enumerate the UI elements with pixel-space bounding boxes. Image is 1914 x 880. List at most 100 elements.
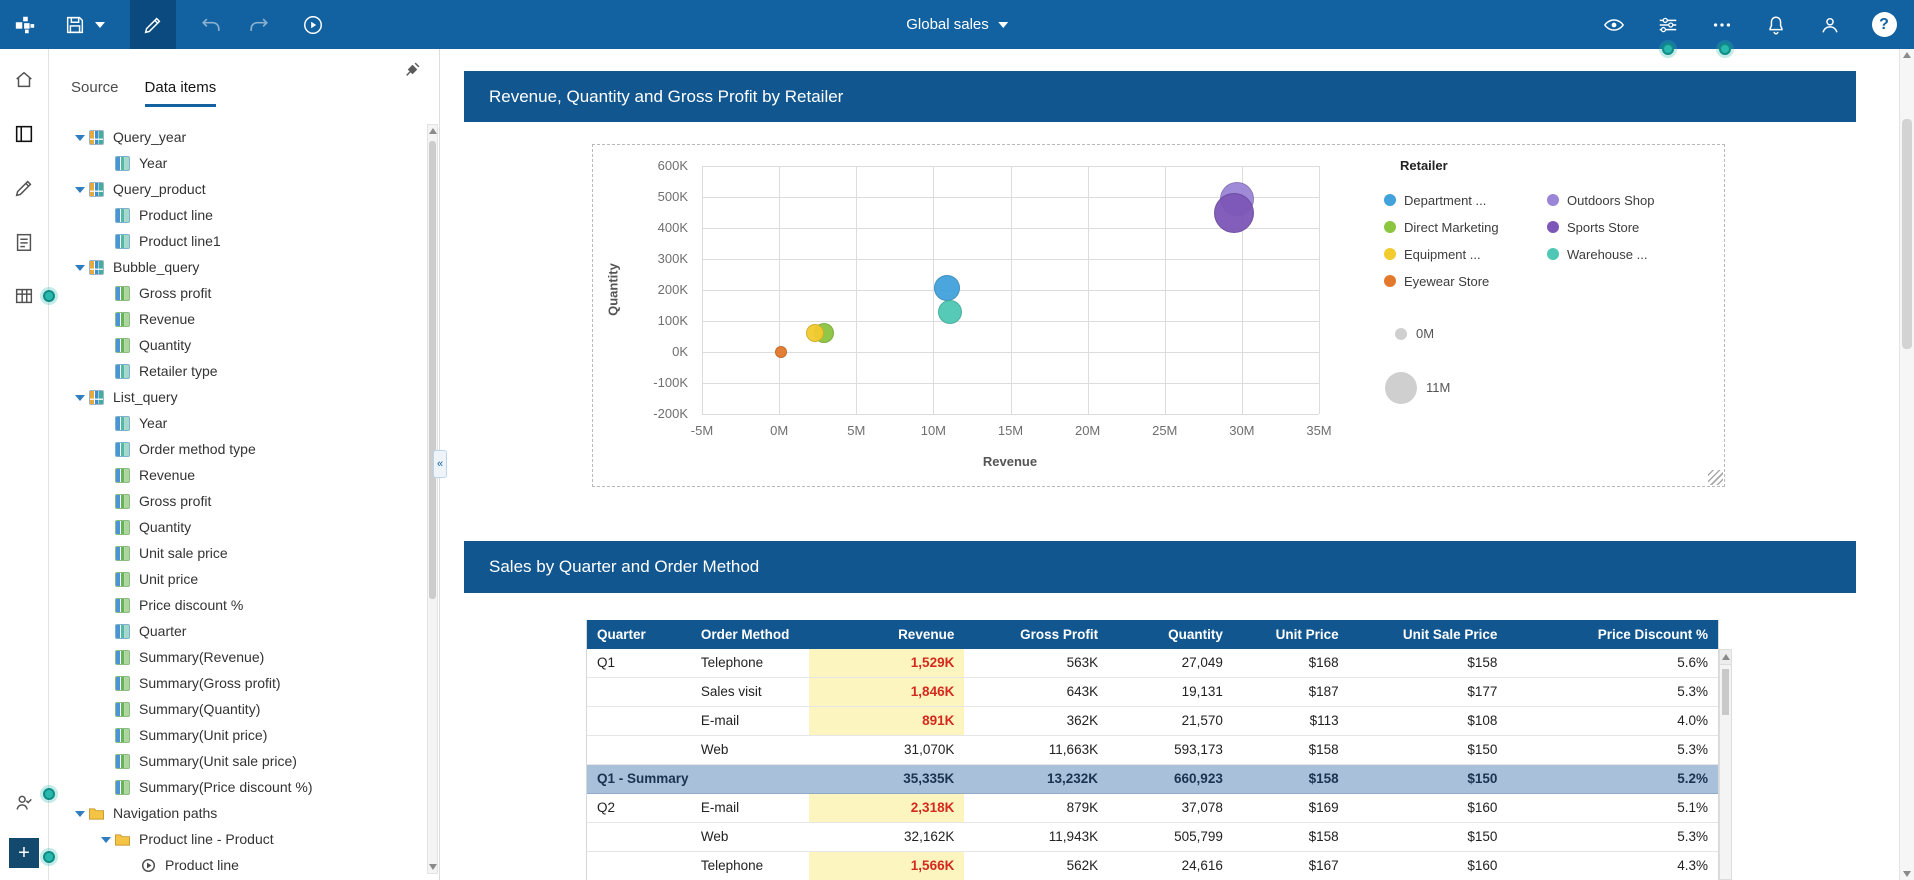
- scrollbar-thumb[interactable]: [1902, 119, 1912, 349]
- legend-item-equipment[interactable]: Equipment ...: [1384, 246, 1481, 262]
- column-header-revenue[interactable]: Revenue: [809, 620, 965, 649]
- table-row[interactable]: Web 32,162K 11,943K 505,799 $158 $150 5.3%: [587, 823, 1718, 852]
- tree-item-query-year[interactable]: Query_year: [49, 124, 425, 150]
- tree-item-summary-price-discount[interactable]: Summary(Price discount %): [49, 774, 425, 800]
- table-row[interactable]: Q2 E-mail 2,318K 879K 37,078 $169 $160 5.1%: [587, 794, 1718, 823]
- chart-body[interactable]: Quantity Revenue Retailer Department ...…: [464, 122, 1856, 498]
- column-header-unit-price[interactable]: Unit Price: [1233, 620, 1349, 649]
- tree-item-quarter[interactable]: Quarter: [49, 618, 425, 644]
- tree-item-summary-quantity[interactable]: Summary(Quantity): [49, 696, 425, 722]
- tree-item-unit-price[interactable]: Unit price: [49, 566, 425, 592]
- tree-item-retailer-type[interactable]: Retailer type: [49, 358, 425, 384]
- tree-item-order-method-type[interactable]: Order method type: [49, 436, 425, 462]
- tab-data-items[interactable]: Data items: [144, 79, 217, 107]
- undo-button[interactable]: [194, 8, 228, 42]
- preview-button[interactable]: [1597, 8, 1631, 42]
- legend-item-eyewear-store[interactable]: Eyewear Store: [1384, 273, 1489, 289]
- legend-item-direct-marketing[interactable]: Direct Marketing: [1384, 219, 1499, 235]
- notifications-button[interactable]: [1759, 8, 1793, 42]
- column-header-gross-profit[interactable]: Gross Profit: [964, 620, 1108, 649]
- table-scrollbar[interactable]: [1719, 649, 1732, 880]
- scroll-up-arrow[interactable]: [428, 128, 437, 134]
- scroll-up-box[interactable]: [1720, 650, 1731, 665]
- legend-item-department[interactable]: Department ...: [1384, 192, 1486, 208]
- tree-item-quantity[interactable]: Quantity: [49, 514, 425, 540]
- tree-item-revenue[interactable]: Revenue: [49, 306, 425, 332]
- tree-item-summary-unit-price[interactable]: Summary(Unit price): [49, 722, 425, 748]
- tree-item-summary-unit-sale-price[interactable]: Summary(Unit sale price): [49, 748, 425, 774]
- panel-collapse-handle[interactable]: «: [433, 450, 447, 478]
- save-menu-caret[interactable]: [92, 8, 108, 42]
- tree-item-gross-profit[interactable]: Gross profit: [49, 280, 425, 306]
- tree-item-quantity[interactable]: Quantity: [49, 332, 425, 358]
- tree-item-price-discount[interactable]: Price discount %: [49, 592, 425, 618]
- column-header-order-method[interactable]: Order Method: [691, 620, 809, 649]
- more-button[interactable]: [1705, 8, 1739, 42]
- legend-item-warehouse[interactable]: Warehouse ...: [1547, 246, 1647, 262]
- table-row[interactable]: E-mail 891K 362K 21,570 $113 $108 4.0%: [587, 707, 1718, 736]
- collapse-arrow-icon[interactable]: [71, 809, 89, 817]
- column-header-quarter[interactable]: Quarter: [587, 620, 691, 649]
- collapse-arrow-icon[interactable]: [71, 393, 89, 401]
- resize-handle[interactable]: [1708, 470, 1723, 485]
- collapse-arrow-icon[interactable]: [97, 835, 115, 843]
- nav-pages-button[interactable]: [9, 119, 39, 149]
- tree-item-unit-sale-price[interactable]: Unit sale price: [49, 540, 425, 566]
- table-row[interactable]: Sales visit 1,846K 643K 19,131 $187 $177 5.3%: [587, 678, 1718, 707]
- document-title-menu[interactable]: Global sales: [906, 0, 1008, 49]
- table-widget-header[interactable]: Sales by Quarter and Order Method: [464, 541, 1856, 593]
- nav-edit-button[interactable]: [9, 173, 39, 203]
- guide-dot[interactable]: [1662, 43, 1674, 55]
- app-logo[interactable]: [8, 8, 42, 42]
- tree-item-product-line1[interactable]: Product line1: [49, 228, 425, 254]
- guide-dot[interactable]: [43, 788, 55, 800]
- nav-home-button[interactable]: [9, 65, 39, 95]
- run-button[interactable]: [296, 8, 330, 42]
- tree-item-product-line-product[interactable]: Product line - Product: [49, 826, 425, 852]
- table-row[interactable]: Telephone 1,566K 562K 24,616 $167 $160 4.3%: [587, 852, 1718, 880]
- chart-widget-header[interactable]: Revenue, Quantity and Gross Profit by Re…: [464, 71, 1856, 122]
- guide-dot[interactable]: [43, 290, 55, 302]
- scrollbar-thumb[interactable]: [1722, 669, 1729, 715]
- edit-mode-button[interactable]: [130, 0, 176, 49]
- table-row[interactable]: Q1 Telephone 1,529K 563K 27,049 $168 $158 5.6%: [587, 649, 1718, 678]
- bubble-sports-store[interactable]: [1214, 193, 1255, 234]
- bubble-eyewear-store[interactable]: [774, 346, 787, 358]
- tree-item-revenue[interactable]: Revenue: [49, 462, 425, 488]
- guide-dot[interactable]: [43, 851, 55, 863]
- save-button[interactable]: [58, 8, 92, 42]
- tree-item-bubble-query[interactable]: Bubble_query: [49, 254, 425, 280]
- nav-report-button[interactable]: [9, 227, 39, 257]
- tree-item-list-query[interactable]: List_query: [49, 384, 425, 410]
- tab-source[interactable]: Source: [71, 79, 119, 107]
- filters-button[interactable]: [1651, 8, 1685, 42]
- tree-item-summary-gross-profit[interactable]: Summary(Gross profit): [49, 670, 425, 696]
- column-header-unit-sale-price[interactable]: Unit Sale Price: [1349, 620, 1508, 649]
- scrollbar-thumb[interactable]: [429, 141, 436, 599]
- tree-item-year[interactable]: Year: [49, 410, 425, 436]
- nav-data-table-button[interactable]: [9, 281, 39, 311]
- panel-scrollbar[interactable]: [427, 124, 438, 874]
- account-button[interactable]: [1813, 8, 1847, 42]
- summary-row[interactable]: Q1 - Summary 35,335K 13,232K 660,923 $158 $15…: [587, 765, 1718, 794]
- collapse-arrow-icon[interactable]: [71, 185, 89, 193]
- guide-dot[interactable]: [1719, 43, 1731, 55]
- tree-item-product-line[interactable]: Product line: [49, 852, 425, 878]
- canvas-scrollbar[interactable]: [1899, 49, 1914, 880]
- tree-item-summary-revenue[interactable]: Summary(Revenue): [49, 644, 425, 670]
- sales-table[interactable]: Quarter Order Method Revenue Gross Profit Qu…: [586, 620, 1719, 880]
- table-row[interactable]: Web 31,070K 11,663K 593,173 $158 $150 5.3%: [587, 736, 1718, 765]
- add-button[interactable]: +: [9, 838, 39, 868]
- collapse-arrow-icon[interactable]: [71, 133, 89, 141]
- tree-item-navigation-paths[interactable]: Navigation paths: [49, 800, 425, 826]
- column-header-quantity[interactable]: Quantity: [1108, 620, 1233, 649]
- collapse-arrow-icon[interactable]: [71, 263, 89, 271]
- column-header-price-discount[interactable]: Price Discount %: [1507, 620, 1718, 649]
- tree-item-query-product[interactable]: Query_product: [49, 176, 425, 202]
- tree-item-year[interactable]: Year: [49, 150, 425, 176]
- account-status-button[interactable]: [9, 788, 39, 818]
- pin-button[interactable]: [404, 61, 421, 81]
- legend-item-outdoors-shop[interactable]: Outdoors Shop: [1547, 192, 1654, 208]
- tree-item-gross-profit[interactable]: Gross profit: [49, 488, 425, 514]
- help-button[interactable]: ?: [1867, 8, 1901, 42]
